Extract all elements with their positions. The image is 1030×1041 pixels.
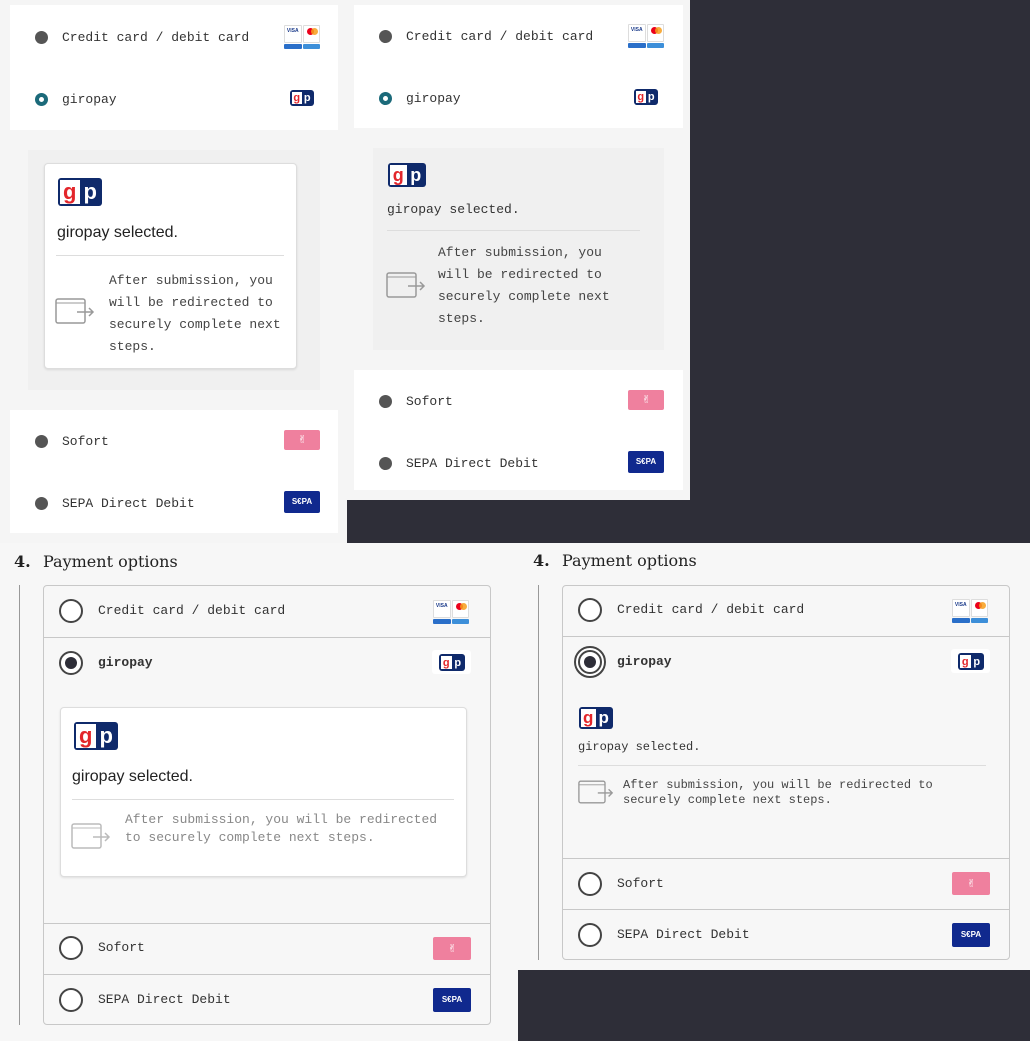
selected-message: giropay selected. xyxy=(57,224,178,241)
sepa-icon: S€PA xyxy=(628,451,664,473)
divider xyxy=(56,255,284,256)
credit-card-icon: VISA xyxy=(433,600,469,624)
option-label-credit: Credit card / debit card xyxy=(62,30,250,45)
sofort-icon: ✌ xyxy=(628,390,664,410)
redirect-message: After submission, you will be redirected… xyxy=(109,273,281,354)
option-label-sepa: SEPA Direct Debit xyxy=(406,456,539,471)
option-group-bottom xyxy=(10,410,338,533)
option-label-sepa: SEPA Direct Debit xyxy=(62,496,195,511)
credit-card-icon: VISA xyxy=(628,24,664,48)
payment-options-list xyxy=(562,585,1010,960)
divider xyxy=(44,923,490,924)
radio-giropay[interactable] xyxy=(574,646,606,678)
selected-message: giropay selected. xyxy=(72,768,193,785)
option-label-sofort: Sofort xyxy=(98,940,145,955)
radio-credit-card[interactable] xyxy=(35,31,48,44)
giropay-icon: gp xyxy=(958,653,984,670)
radio-sepa[interactable] xyxy=(59,988,83,1012)
option-label-credit: Credit card / debit card xyxy=(98,603,286,618)
variant-b: Credit card / debit card VISA giropay gp… xyxy=(347,0,690,500)
radio-sofort[interactable] xyxy=(578,872,602,896)
giropay-icon: gp xyxy=(439,654,465,671)
redirect-message: After submission, you will be redirected… xyxy=(623,778,933,807)
sepa-icon: S€PA xyxy=(952,923,990,947)
radio-sofort[interactable] xyxy=(35,435,48,448)
variant-a: Credit card / debit card VISA giropay gp… xyxy=(0,0,347,543)
option-label-sepa: SEPA Direct Debit xyxy=(617,927,750,942)
radio-credit-card[interactable] xyxy=(578,598,602,622)
section-line xyxy=(19,585,20,1025)
divider xyxy=(44,974,490,975)
giropay-details-card xyxy=(60,707,467,877)
radio-sepa[interactable] xyxy=(379,457,392,470)
giropay-logo: gp xyxy=(579,707,613,729)
option-label-giropay: giropay xyxy=(406,91,461,106)
credit-card-icon: VISA xyxy=(952,599,988,623)
option-label-giropay: giropay xyxy=(98,655,153,670)
section-title: Payment options xyxy=(562,551,697,570)
option-label-sofort: Sofort xyxy=(62,434,109,449)
redirect-icon xyxy=(55,298,95,324)
option-label-giropay: giropay xyxy=(617,654,672,669)
section-title: Payment options xyxy=(43,552,178,571)
option-label-sepa: SEPA Direct Debit xyxy=(98,992,231,1007)
radio-sepa[interactable] xyxy=(35,497,48,510)
radio-sofort[interactable] xyxy=(59,936,83,960)
selected-message: giropay selected. xyxy=(578,740,701,754)
radio-credit-card[interactable] xyxy=(59,599,83,623)
divider xyxy=(563,909,1009,910)
sofort-icon: ✌ xyxy=(952,872,990,895)
divider xyxy=(72,799,454,800)
radio-credit-card[interactable] xyxy=(379,30,392,43)
radio-giropay[interactable] xyxy=(35,93,48,106)
divider xyxy=(44,637,490,638)
section-number: 4. xyxy=(533,551,550,570)
redirect-icon xyxy=(71,823,111,849)
divider xyxy=(563,636,1009,637)
radio-giropay[interactable] xyxy=(59,651,83,675)
divider xyxy=(387,230,640,231)
option-label-credit: Credit card / debit card xyxy=(406,29,594,44)
sepa-icon: S€PA xyxy=(284,491,320,513)
redirect-icon xyxy=(386,272,426,298)
radio-giropay[interactable] xyxy=(379,92,392,105)
giropay-logo: gp xyxy=(74,722,118,750)
sofort-icon: ✌ xyxy=(433,937,471,960)
option-group-top xyxy=(10,5,338,130)
variant-c: 4. Payment options Credit card / debit c… xyxy=(0,543,518,1041)
section-line xyxy=(538,585,539,960)
divider xyxy=(563,858,1009,859)
radio-sofort[interactable] xyxy=(379,395,392,408)
credit-card-icon: VISA xyxy=(284,25,320,49)
variant-d: 4. Payment options Credit card / debit c… xyxy=(518,543,1030,970)
selected-message: giropay selected. xyxy=(387,202,520,217)
redirect-message: After submission, you will be redirected… xyxy=(125,812,438,845)
radio-sepa[interactable] xyxy=(578,923,602,947)
redirect-message: After submission, you will be redirected… xyxy=(438,245,610,326)
sofort-icon: ✌ xyxy=(284,430,320,450)
giropay-logo: gp xyxy=(58,178,102,206)
redirect-icon xyxy=(578,780,614,804)
giropay-icon: gp xyxy=(634,89,658,105)
option-label-credit: Credit card / debit card xyxy=(617,602,805,617)
giropay-logo: gp xyxy=(388,163,426,187)
option-label-sofort: Sofort xyxy=(617,876,664,891)
sepa-icon: S€PA xyxy=(433,988,471,1012)
section-number: 4. xyxy=(14,552,31,571)
giropay-icon: gp xyxy=(290,90,314,106)
option-label-giropay: giropay xyxy=(62,92,117,107)
option-label-sofort: Sofort xyxy=(406,394,453,409)
divider xyxy=(578,765,986,766)
